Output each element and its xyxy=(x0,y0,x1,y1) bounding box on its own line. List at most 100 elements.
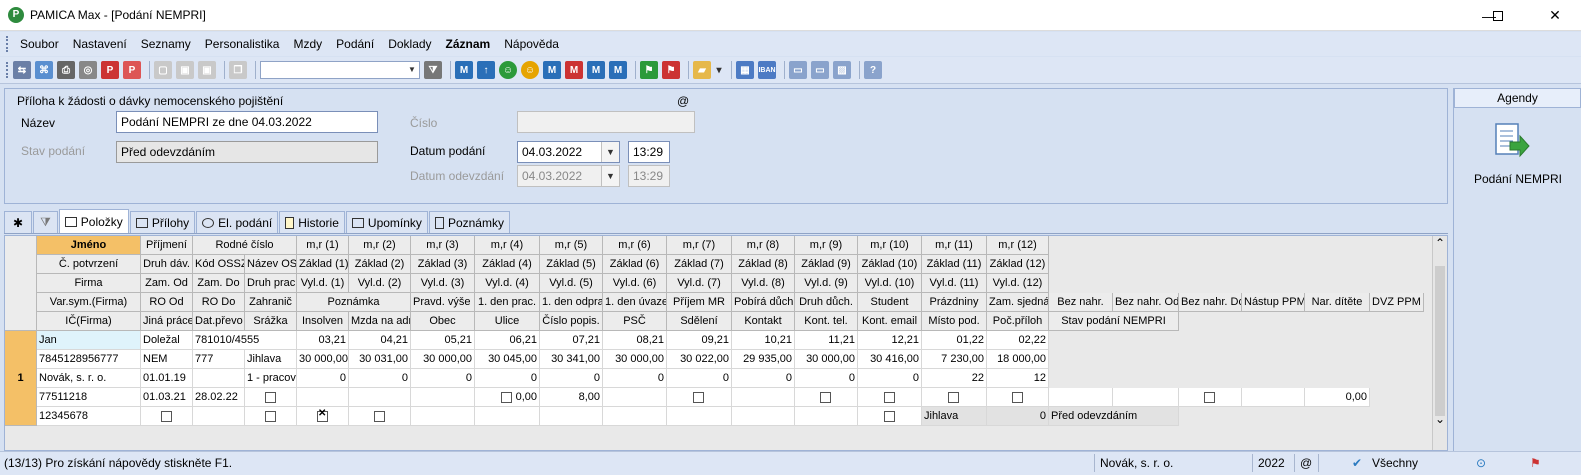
column-header[interactable]: Vyl.d. (5) xyxy=(540,274,603,293)
row-indicator[interactable]: 1 xyxy=(5,331,37,426)
column-header[interactable]: Základ (12) xyxy=(987,255,1049,274)
column-header[interactable]: m,r (12) xyxy=(987,236,1049,255)
person-orange-icon[interactable]: ☺ xyxy=(521,61,539,79)
grid-cell[interactable]: Jihlava xyxy=(245,350,297,369)
column-header[interactable]: 1. den odpra xyxy=(540,293,603,312)
column-header[interactable]: Kont. tel. xyxy=(795,312,858,331)
column-header[interactable]: Vyl.d. (1) xyxy=(297,274,349,293)
grid-cell[interactable]: NEM xyxy=(141,350,193,369)
checkbox[interactable] xyxy=(820,392,831,403)
grid-cell[interactable]: 0 xyxy=(858,369,922,388)
grid-cell[interactable]: 29 935,00 xyxy=(732,350,795,369)
tab-upominky[interactable]: Upomínky xyxy=(345,211,428,233)
column-header[interactable]: Prázdniny xyxy=(922,293,987,312)
grid-cell[interactable]: 30 022,00 xyxy=(667,350,732,369)
grid-cell[interactable]: 0 xyxy=(297,369,349,388)
grid-cell[interactable]: 30 416,00 xyxy=(858,350,922,369)
m-send-icon[interactable]: M xyxy=(609,61,627,79)
grid-cell[interactable]: 01.03.21 xyxy=(141,388,193,407)
column-header[interactable]: m,r (10) xyxy=(858,236,922,255)
grid-cell[interactable]: 02,22 xyxy=(987,331,1049,350)
column-header[interactable]: Základ (10) xyxy=(858,255,922,274)
column-header[interactable]: Bez nahr. Do xyxy=(1179,293,1242,312)
checkbox[interactable] xyxy=(374,411,385,422)
tab-star[interactable]: ✱ xyxy=(4,211,33,233)
grid-cell[interactable]: 0 xyxy=(411,369,475,388)
grid-cell[interactable] xyxy=(1242,388,1305,407)
column-header[interactable]: PSČ xyxy=(603,312,667,331)
column-header[interactable]: Číslo popis. xyxy=(540,312,603,331)
grid-cell[interactable]: 30 000,00 xyxy=(603,350,667,369)
grid-cell[interactable]: 0 xyxy=(795,369,858,388)
column-header[interactable]: Student xyxy=(858,293,922,312)
menu-doklady[interactable]: Doklady xyxy=(381,37,438,51)
checkbox[interactable] xyxy=(501,392,512,403)
tab-prilohy[interactable]: Přílohy xyxy=(129,211,196,233)
nazev-input[interactable]: Podání NEMPRI ze dne 04.03.2022 xyxy=(116,111,378,133)
column-header[interactable]: RO Od xyxy=(141,293,193,312)
menu-soubor[interactable]: Soubor xyxy=(13,37,66,51)
column-header[interactable]: Základ (1) xyxy=(297,255,349,274)
grid-cell[interactable]: 777 xyxy=(193,350,245,369)
column-header[interactable]: m,r (1) xyxy=(297,236,349,255)
grid-cell[interactable] xyxy=(193,369,245,388)
column-header[interactable]: Příjmení xyxy=(141,236,193,255)
verified-icon[interactable]: ⊙ xyxy=(1476,456,1486,470)
grid-cell[interactable] xyxy=(193,407,245,426)
column-header[interactable]: Jméno xyxy=(37,236,141,255)
image-icon[interactable]: ▨ xyxy=(833,61,851,79)
grid-cell[interactable]: Doležal xyxy=(141,331,193,350)
column-header[interactable]: Insolven xyxy=(297,312,349,331)
window-icon[interactable]: ▭ xyxy=(811,61,829,79)
grid-cell[interactable]: 03,21 xyxy=(297,331,349,350)
quick-filter-combo[interactable]: ▼ xyxy=(260,61,420,79)
column-header[interactable]: Zam. sjedná xyxy=(987,293,1049,312)
grid-cell[interactable]: 0 xyxy=(475,369,540,388)
column-header[interactable]: m,r (7) xyxy=(667,236,732,255)
checkbox[interactable] xyxy=(265,411,276,422)
checkbox[interactable] xyxy=(1012,392,1023,403)
grid-cell[interactable]: 30 031,00 xyxy=(349,350,411,369)
column-header[interactable]: Bez nahr. xyxy=(1049,293,1113,312)
grid-cell[interactable]: Jihlava xyxy=(922,407,987,426)
column-header[interactable]: Základ (4) xyxy=(475,255,540,274)
grid-cell[interactable]: 0 xyxy=(349,369,411,388)
m-red-icon[interactable]: M xyxy=(565,61,583,79)
copy-icon[interactable]: ❐ xyxy=(229,61,247,79)
checkbox[interactable] xyxy=(1204,392,1215,403)
grid-cell[interactable] xyxy=(349,388,411,407)
datum-podani-picker[interactable]: 04.03.2022 ▼ xyxy=(517,141,620,163)
network-icon[interactable]: ⌘ xyxy=(35,61,53,79)
save-all-icon[interactable]: ▣ xyxy=(198,61,216,79)
column-header[interactable]: Mzda na adr xyxy=(349,312,411,331)
grid-cell[interactable] xyxy=(540,407,603,426)
grid-cell[interactable]: 0 xyxy=(987,407,1049,426)
grid-cell[interactable]: 77511218 xyxy=(37,388,141,407)
checkbox[interactable] xyxy=(317,408,328,422)
column-header[interactable]: Srážka xyxy=(245,312,297,331)
grid-cell[interactable] xyxy=(411,407,475,426)
flag-green-icon[interactable]: ⚑ xyxy=(640,61,658,79)
folder-icon[interactable]: ▰ xyxy=(693,61,711,79)
agenda-item-podani-nempri[interactable]: Podání NEMPRI xyxy=(1454,172,1581,186)
column-header[interactable]: Vyl.d. (11) xyxy=(922,274,987,293)
tab-historie[interactable]: Historie xyxy=(279,211,345,233)
grid-cell[interactable]: 0,00 xyxy=(1305,388,1370,407)
menu-podani[interactable]: Podání xyxy=(329,37,381,51)
tab-el-podani[interactable]: El. podání xyxy=(196,211,279,233)
filter-tab-icon[interactable]: ⧩ xyxy=(33,211,58,233)
grid-cell[interactable]: 12,21 xyxy=(858,331,922,350)
status-email-icon[interactable]: @ xyxy=(1300,456,1312,470)
column-header[interactable]: m,r (9) xyxy=(795,236,858,255)
grid-cell[interactable] xyxy=(1113,388,1179,407)
column-header[interactable]: Zam. Do xyxy=(193,274,245,293)
save-icon[interactable]: ▣ xyxy=(176,61,194,79)
chevron-down-icon[interactable]: ▼ xyxy=(405,62,419,78)
calculator-icon[interactable]: ▦ xyxy=(736,61,754,79)
column-header[interactable]: DVZ PPM xyxy=(1370,293,1424,312)
print-icon[interactable]: ⎙ xyxy=(57,61,75,79)
column-header[interactable]: Základ (8) xyxy=(732,255,795,274)
menu-personalistika[interactable]: Personalistika xyxy=(198,37,287,51)
column-header[interactable]: Základ (3) xyxy=(411,255,475,274)
grid-cell[interactable]: 1 - pracovní pon xyxy=(245,369,297,388)
